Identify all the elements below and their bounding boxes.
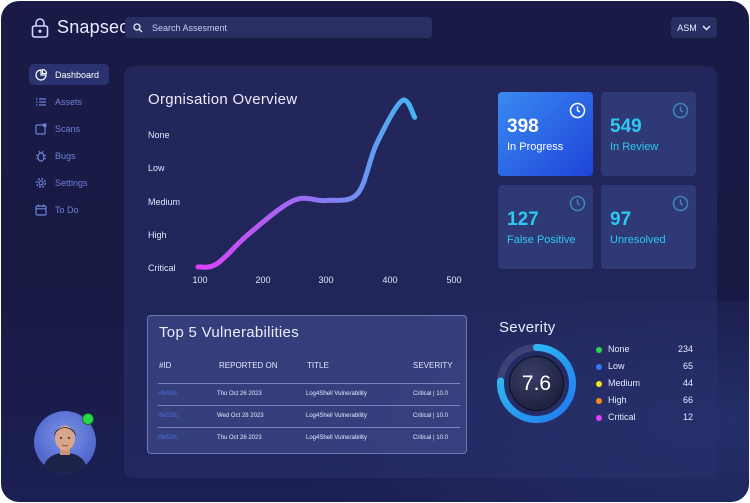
- top-vulnerabilities-table: Top 5 Vulnerabilities #ID REPORTED ON TI…: [147, 315, 467, 454]
- column-header-reported-on: REPORTED ON: [219, 361, 278, 370]
- cell-severity: Critical | 10.0: [413, 435, 448, 441]
- severity-legend-high: High 66: [596, 395, 693, 407]
- table-row[interactable]: #fe52fc Thu Oct 26 2023 Log4Shell Vulner…: [158, 427, 460, 449]
- stat-label: In Progress: [507, 141, 564, 153]
- cell-title: Log4Shell Vulnerability: [306, 391, 367, 397]
- app-window: Snapsec ASM Dashboard Assets: [1, 1, 749, 502]
- legend-dot: [596, 415, 602, 421]
- stat-label: False Positive: [507, 234, 576, 246]
- online-status-indicator: [82, 413, 94, 425]
- column-header-title: TITLE: [307, 361, 329, 370]
- severity-title: Severity: [499, 319, 556, 336]
- stat-label: In Review: [610, 141, 659, 153]
- severity-legend-low: Low 65: [596, 361, 693, 373]
- stat-value: 97: [610, 209, 632, 230]
- cell-title: Log4Shell Vulnerability: [306, 435, 367, 441]
- column-header-id: #ID: [159, 361, 172, 370]
- cell-id[interactable]: #fe52fc: [158, 391, 178, 397]
- table-row[interactable]: #fe52fc Thu Oct 26 2023 Log4Shell Vulner…: [158, 383, 460, 405]
- legend-count: 12: [682, 412, 693, 422]
- stat-value: 549: [610, 116, 642, 137]
- severity-legend-medium: Medium 44: [596, 378, 693, 390]
- stat-value: 127: [507, 209, 539, 230]
- legend-count: 234: [677, 344, 693, 354]
- clock-icon: [672, 195, 689, 212]
- cell-title: Log4Shell Vulnerability: [306, 413, 367, 419]
- table-title: Top 5 Vulnerabilities: [159, 324, 299, 341]
- clock-icon: [672, 102, 689, 119]
- cell-severity: Critical | 10.0: [413, 413, 448, 419]
- severity-score: 7.6: [521, 371, 552, 395]
- column-header-severity: SEVERITY: [413, 361, 453, 370]
- chart-series-line: [195, 97, 418, 270]
- cell-reported-on: Thu Oct 26 2023: [217, 391, 262, 397]
- stat-card-unresolved[interactable]: 97 Unresolved: [601, 185, 696, 269]
- legend-label: Critical: [608, 412, 636, 422]
- clock-icon: [569, 102, 586, 119]
- severity-gauge: 7.6: [496, 343, 577, 424]
- legend-dot: [596, 381, 602, 387]
- legend-label: Low: [608, 361, 625, 371]
- legend-count: 65: [682, 361, 693, 371]
- cell-id[interactable]: #fe52fc: [158, 435, 178, 441]
- stat-card-false-positive[interactable]: 127 False Positive: [498, 185, 593, 269]
- cell-id[interactable]: #fe52fc: [158, 413, 178, 419]
- legend-count: 44: [682, 378, 693, 388]
- clock-icon: [569, 195, 586, 212]
- cell-severity: Critical | 10.0: [413, 391, 448, 397]
- legend-dot: [596, 364, 602, 370]
- stat-value: 398: [507, 116, 539, 137]
- stat-label: Unresolved: [610, 234, 666, 246]
- legend-dot: [596, 347, 602, 353]
- legend-label: None: [608, 344, 630, 354]
- cell-reported-on: Wed Oct 28 2023: [217, 413, 264, 419]
- gauge-center: 7.6: [509, 356, 564, 411]
- legend-dot: [596, 398, 602, 404]
- stat-card-in-review[interactable]: 549 In Review: [601, 92, 696, 176]
- cell-reported-on: Thu Oct 26 2023: [217, 435, 262, 441]
- legend-count: 66: [682, 395, 693, 405]
- table-row[interactable]: #fe52fc Wed Oct 28 2023 Log4Shell Vulner…: [158, 405, 460, 427]
- legend-label: High: [608, 395, 627, 405]
- severity-legend-none: None 234: [596, 344, 693, 356]
- severity-legend-critical: Critical 12: [596, 412, 693, 424]
- stat-card-in-progress[interactable]: 398 In Progress: [498, 92, 593, 176]
- legend-label: Medium: [608, 378, 641, 388]
